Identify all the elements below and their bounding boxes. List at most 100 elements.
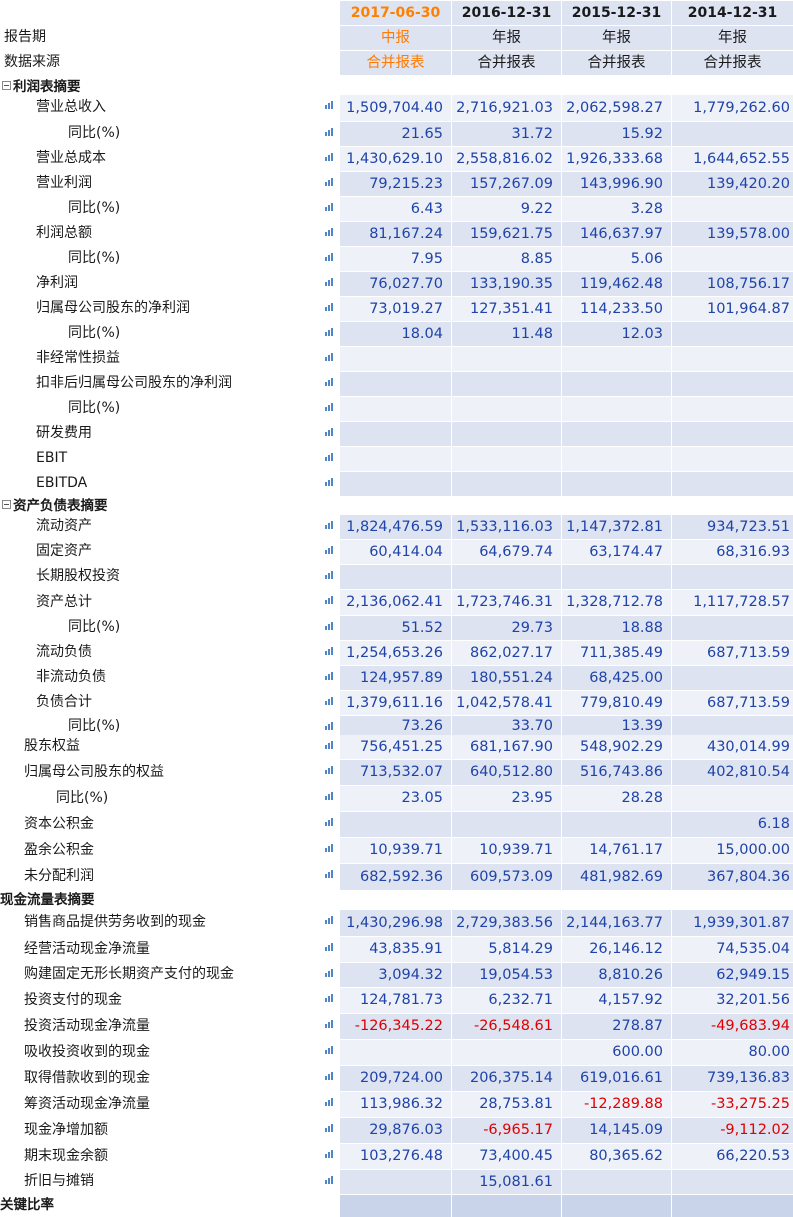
value-cell (452, 1195, 561, 1217)
bar-chart-icon[interactable] (318, 785, 338, 811)
bar-chart-icon[interactable] (318, 1091, 338, 1117)
value-cell (672, 322, 793, 346)
bar-chart-icon[interactable] (318, 863, 338, 890)
value-cell: 756,451.25 (340, 735, 451, 759)
bar-chart-glyph (325, 521, 334, 529)
bar-chart-glyph (325, 403, 334, 411)
bar-chart-icon[interactable] (318, 196, 338, 221)
value-cell (672, 666, 793, 690)
bar-chart-icon[interactable] (318, 421, 338, 446)
bar-chart-icon[interactable] (318, 471, 338, 496)
value-cell: 合并报表 (340, 51, 451, 75)
bar-chart-icon[interactable] (318, 371, 338, 396)
row-label-text: 同比(%) (56, 790, 109, 806)
bar-chart-icon[interactable] (318, 665, 338, 690)
value-cell: 年报 (562, 26, 671, 50)
bar-chart-icon[interactable] (318, 564, 338, 589)
column-date-header[interactable]: 2014-12-31 (672, 1, 793, 25)
bar-chart-icon[interactable] (318, 759, 338, 785)
table-row: 负债合计 1,379,611.16 1,042,578.41 779,810.49 68… (0, 690, 793, 715)
bar-chart-icon[interactable] (318, 1013, 338, 1039)
date-row: 2017-06-30 2016-12-31 2015-12-31 2014-12-31 (0, 0, 793, 25)
bar-chart-icon[interactable] (318, 734, 338, 759)
table-row: 吸收投资收到的现金 600.00 80.00 (0, 1039, 793, 1065)
bar-chart-icon[interactable] (318, 514, 338, 539)
row-label: 购建固定无形长期资产支付的现金 (0, 962, 354, 987)
bar-chart-icon[interactable] (318, 271, 338, 296)
table-row: 筹资活动现金净流量 113,986.32 28,753.81 -12,289.88 -3… (0, 1091, 793, 1117)
bar-chart-icon[interactable] (318, 171, 338, 196)
bar-chart-icon[interactable] (318, 539, 338, 564)
bar-chart-icon[interactable] (318, 1065, 338, 1091)
bar-chart-icon[interactable] (318, 1169, 338, 1194)
row-label: 归属母公司股东的权益 (0, 759, 354, 785)
bar-chart-icon[interactable] (318, 987, 338, 1013)
row-label: 非经常性损益 (0, 346, 366, 371)
value-cell: 63,174.47 (562, 540, 671, 564)
bar-chart-icon[interactable] (318, 146, 338, 171)
column-date-header[interactable]: 2015-12-31 (562, 1, 671, 25)
bar-chart-glyph (325, 303, 334, 311)
row-label: 筹资活动现金净流量 (0, 1091, 354, 1117)
value-cell: -12,289.88 (562, 1092, 671, 1117)
row-label-text: 销售商品提供劳务收到的现金 (24, 914, 206, 930)
value-cell: 8,810.26 (562, 963, 671, 987)
value-cell: -33,275.25 (672, 1092, 793, 1117)
column-date-header[interactable]: 2017-06-30 (340, 1, 451, 25)
bar-chart-icon[interactable] (318, 246, 338, 271)
value-cell: 2,144,163.77 (562, 910, 671, 936)
bar-chart-glyph (325, 378, 334, 386)
bar-chart-icon[interactable] (318, 909, 338, 936)
value-cell: 51.52 (340, 616, 451, 640)
column-date-header[interactable]: 2016-12-31 (452, 1, 561, 25)
bar-chart-icon[interactable] (318, 962, 338, 987)
row-label: 同比(%) (0, 196, 398, 221)
value-cell (340, 1195, 451, 1217)
row-label-text: 折旧与摊销 (24, 1173, 94, 1189)
row-label-text: 同比(%) (68, 619, 121, 635)
value-cell: 14,761.17 (562, 838, 671, 863)
bar-chart-icon[interactable] (318, 446, 338, 471)
row-label-text: 未分配利润 (24, 868, 94, 884)
value-cell: 157,267.09 (452, 172, 561, 196)
bar-chart-icon[interactable] (318, 837, 338, 863)
value-cell: 2,729,383.56 (452, 910, 561, 936)
bar-chart-icon[interactable] (318, 1117, 338, 1143)
row-label-text: 扣非后归属母公司股东的净利润 (36, 375, 232, 391)
row-label: 同比(%) (0, 121, 398, 146)
bar-chart-icon[interactable] (318, 690, 338, 715)
row-label-text: 流动资产 (36, 518, 92, 534)
bar-chart-icon[interactable] (318, 811, 338, 837)
value-cell (672, 565, 793, 589)
bar-chart-icon[interactable] (318, 589, 338, 615)
bar-chart-icon[interactable] (318, 640, 338, 665)
bar-chart-icon[interactable] (318, 346, 338, 371)
bar-chart-icon[interactable] (318, 121, 338, 146)
bar-chart-icon[interactable] (318, 321, 338, 346)
value-cell: 180,551.24 (452, 666, 561, 690)
value-cell (672, 422, 793, 446)
value-cell (452, 472, 561, 496)
table-row: 净利润 76,027.70 133,190.35 119,462.48 108,756.… (0, 271, 793, 296)
value-cell (452, 1040, 561, 1065)
collapse-toggle-icon[interactable] (2, 499, 11, 509)
value-cell: 81,167.24 (340, 222, 451, 246)
bar-chart-icon[interactable] (318, 296, 338, 321)
bar-chart-icon[interactable] (318, 94, 338, 121)
bar-chart-icon[interactable] (318, 1143, 338, 1169)
bar-chart-icon[interactable] (318, 221, 338, 246)
bar-chart-glyph (325, 253, 334, 261)
bar-chart-icon[interactable] (318, 936, 338, 962)
bar-chart-icon[interactable] (318, 615, 338, 640)
value-cell: 年报 (452, 26, 561, 50)
row-label: 盈余公积金 (0, 837, 354, 863)
bar-chart-icon[interactable] (318, 396, 338, 421)
row-label-text: 资本公积金 (24, 816, 94, 832)
value-cell: 28,753.81 (452, 1092, 561, 1117)
row-label: 折旧与摊销 (0, 1169, 354, 1194)
bar-chart-icon[interactable] (318, 1039, 338, 1065)
collapse-toggle-icon[interactable] (2, 80, 11, 90)
row-label: 投资活动现金净流量 (0, 1013, 354, 1039)
table-row: 扣非后归属母公司股东的净利润 (0, 371, 793, 396)
row-label-text: 盈余公积金 (24, 842, 94, 858)
